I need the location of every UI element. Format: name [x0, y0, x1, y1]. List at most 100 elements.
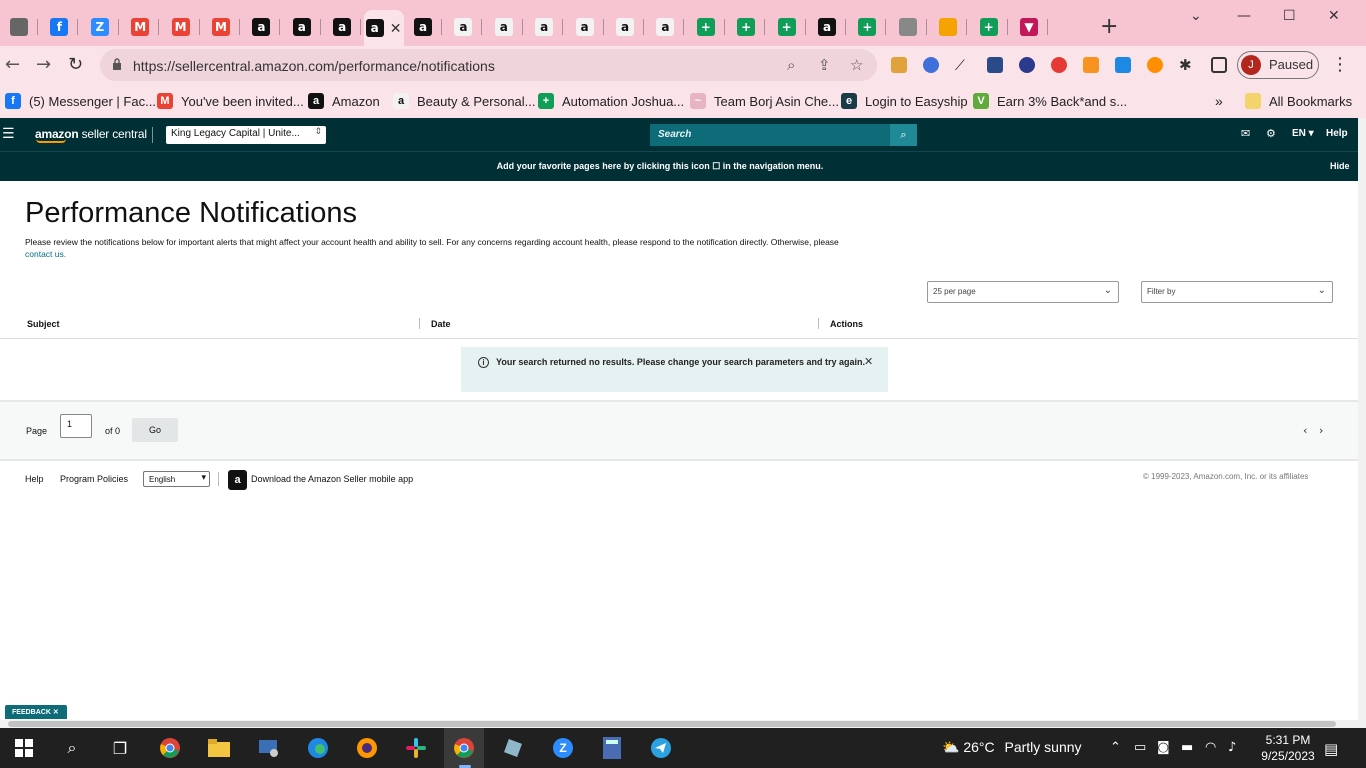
account-switcher[interactable]: King Legacy Capital | Unite... ⇕	[166, 126, 326, 144]
bookmark-item[interactable]: V Earn 3% Back*and s...	[973, 93, 1127, 109]
menu-icon[interactable]: ☰	[2, 126, 15, 142]
zoom-icon[interactable]: ⌕	[787, 56, 795, 74]
close-window-icon[interactable]: ✕	[1328, 8, 1340, 24]
search-icon[interactable]: ⌕	[60, 736, 84, 760]
bookmark-item[interactable]: e Login to Easyship	[841, 93, 968, 109]
browser-tab[interactable]	[0, 10, 38, 44]
bookmark-item[interactable]: f (5) Messenger | Fac...	[5, 93, 156, 109]
per-page-select[interactable]: 25 per page ⌄	[927, 281, 1119, 303]
extension-icon[interactable]	[923, 57, 939, 73]
browser-tab[interactable]: f	[40, 10, 79, 44]
browser-tab[interactable]: a	[323, 10, 362, 44]
bookmark-item[interactable]: a Beauty & Personal...	[393, 93, 536, 109]
maximize-icon[interactable]: ☐	[1283, 8, 1296, 24]
app-icon[interactable]	[257, 736, 281, 760]
help-link[interactable]: Help	[1326, 128, 1348, 139]
browser-tab[interactable]	[929, 10, 968, 44]
language-selector[interactable]: EN ▾	[1292, 128, 1314, 139]
edge-icon[interactable]	[306, 736, 330, 760]
chevron-left-icon[interactable]: ‹	[1303, 424, 1307, 437]
filter-select[interactable]: Filter by ⌄	[1141, 281, 1333, 303]
language-select[interactable]: English ▾	[143, 471, 210, 487]
vertical-scrollbar[interactable]	[1358, 118, 1366, 720]
bookmark-star-icon[interactable]: ☆	[850, 56, 863, 74]
page-number-input[interactable]: 1	[60, 414, 92, 438]
extension-icon[interactable]	[1083, 57, 1099, 73]
hide-banner-button[interactable]: Hide	[1330, 161, 1350, 171]
reload-button[interactable]: ↻	[68, 54, 83, 75]
search-input[interactable]: Search	[650, 124, 890, 146]
extension-icon[interactable]	[987, 57, 1003, 73]
extension-icon[interactable]	[1147, 57, 1163, 73]
new-tab-button[interactable]: +	[1100, 16, 1118, 38]
file-explorer-icon[interactable]	[207, 736, 231, 760]
extension-icon[interactable]	[1051, 57, 1067, 73]
chrome-icon[interactable]	[158, 736, 182, 760]
chevron-up-icon[interactable]: ⌃	[1110, 740, 1121, 755]
browser-tab[interactable]: a	[808, 10, 846, 44]
browser-tab[interactable]: a	[485, 10, 523, 44]
volume-icon[interactable]: ♪	[1228, 740, 1236, 755]
browser-tab[interactable]: +	[768, 10, 806, 44]
share-icon[interactable]: ⇪	[818, 56, 831, 74]
battery-icon[interactable]: ▬	[1181, 740, 1193, 755]
extension-icon[interactable]	[1115, 57, 1131, 73]
go-button[interactable]: Go	[132, 418, 178, 442]
all-bookmarks[interactable]: All Bookmarks	[1245, 93, 1352, 109]
minimize-icon[interactable]: —	[1237, 8, 1251, 24]
chevron-right-icon[interactable]: ›	[1319, 424, 1323, 437]
scrollbar-thumb[interactable]	[8, 721, 1336, 727]
slack-icon[interactable]	[404, 736, 428, 760]
browser-tab[interactable]: a	[646, 10, 685, 44]
column-header-subject[interactable]: Subject	[27, 319, 60, 329]
puzzle-icon[interactable]: ✱	[1179, 57, 1195, 73]
bookmark-item[interactable]: a Amazon	[308, 93, 380, 109]
chrome-active-icon[interactable]	[444, 728, 484, 768]
program-policies-link[interactable]: Program Policies	[60, 474, 128, 484]
notifications-icon[interactable]: ▤	[1324, 740, 1338, 758]
windows-start-icon[interactable]	[12, 736, 36, 760]
column-header-date[interactable]: Date	[431, 319, 451, 329]
browser-tab[interactable]: +	[727, 10, 766, 44]
search-button[interactable]: ⌕	[890, 124, 917, 146]
browser-tab[interactable]: a	[283, 10, 321, 44]
browser-tab[interactable]: a ✕	[363, 10, 404, 46]
meet-now-icon[interactable]: ▭	[1134, 740, 1146, 755]
feedback-button[interactable]: FEEDBACK ✕	[5, 705, 67, 719]
sidepanel-icon[interactable]	[1211, 57, 1227, 73]
system-clock[interactable]: 5:31 PM 9/25/2023	[1256, 732, 1320, 764]
browser-tab[interactable]: +	[970, 10, 1008, 44]
amazon-app-icon[interactable]: a	[228, 470, 247, 490]
extension-icon[interactable]	[1019, 57, 1035, 73]
camera-icon[interactable]: ◙	[1157, 740, 1170, 755]
close-icon[interactable]: ✕	[864, 355, 873, 368]
vpn-icon[interactable]	[355, 736, 379, 760]
gear-icon[interactable]: ⚙	[1266, 127, 1276, 140]
calculator-icon[interactable]	[600, 736, 624, 760]
browser-tab[interactable]: M	[202, 10, 240, 44]
download-app-link[interactable]: Download the Amazon Seller mobile app	[251, 474, 413, 484]
telegram-icon[interactable]	[649, 736, 673, 760]
browser-tab[interactable]: a	[525, 10, 564, 44]
bookmark-item[interactable]: ~ Team Borj Asin Che...	[690, 93, 839, 109]
horizontal-scrollbar[interactable]	[0, 720, 1366, 728]
tab-search-icon[interactable]: ⌄	[1190, 8, 1202, 24]
browser-tab[interactable]: a	[606, 10, 644, 44]
close-tab-icon[interactable]: ✕	[390, 20, 402, 37]
browser-tab[interactable]: M	[121, 10, 160, 44]
zoom-app-icon[interactable]: Z	[551, 736, 575, 760]
browser-menu-icon[interactable]: ⋮	[1331, 54, 1349, 75]
extension-icon[interactable]	[891, 57, 907, 73]
wifi-icon[interactable]: ◠	[1205, 740, 1216, 755]
browser-tab[interactable]: a	[444, 10, 483, 44]
browser-tab[interactable]: M	[162, 10, 200, 44]
browser-tab[interactable]: a	[242, 10, 281, 44]
bookmark-item[interactable]: + Automation Joshua...	[538, 93, 684, 109]
extension-icon[interactable]: ⟋	[955, 57, 971, 73]
profile-button[interactable]: J Paused	[1237, 51, 1319, 79]
browser-tab[interactable]: +	[848, 10, 887, 44]
task-view-icon[interactable]: ❐	[108, 736, 132, 760]
browser-tab[interactable]: a	[566, 10, 604, 44]
weather-widget[interactable]: ⛅ 26°C Partly sunny	[942, 739, 1082, 756]
browser-tab[interactable]: a	[404, 10, 442, 44]
